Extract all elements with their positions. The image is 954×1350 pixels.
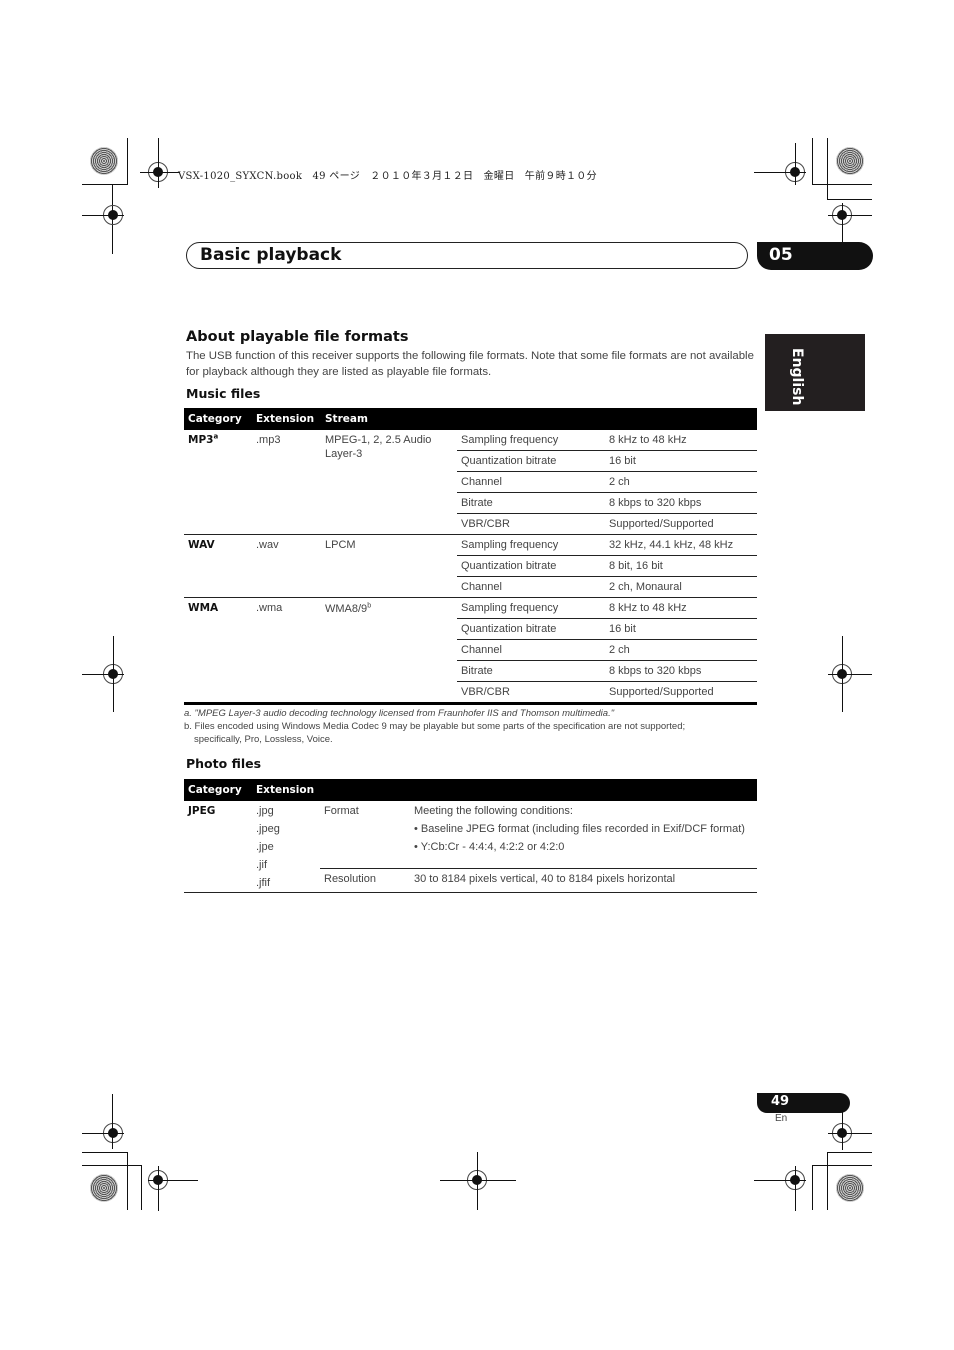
table-row: MP3a .mp3 MPEG-1, 2, 2.5 Audio Layer-3 Samp… bbox=[184, 430, 757, 460]
music-extension: .wav bbox=[252, 534, 321, 598]
music-extension: .mp3 bbox=[252, 430, 321, 535]
music-stream: LPCM bbox=[321, 534, 457, 598]
language-tab: English bbox=[765, 334, 865, 411]
chapter-title: Basic playback bbox=[200, 245, 342, 265]
table-row: JPEG .jpg .jpeg .jpe .jif .jfif Format M… bbox=[184, 801, 757, 893]
format-condition: • Y:Cb:Cr - 4:4:4, 4:2:2 or 4:2:0 bbox=[414, 841, 565, 853]
property-name: Channel bbox=[457, 576, 605, 598]
resolution-value: 30 to 8184 pixels vertical, 40 to 8184 p… bbox=[410, 867, 757, 894]
format-conditions: Meeting the following conditions: • Base… bbox=[410, 801, 757, 868]
photo-extensions: .jpg .jpeg .jpe .jif .jfif bbox=[252, 801, 320, 893]
property-value: 16 bit bbox=[605, 450, 757, 472]
property-value: 2 ch bbox=[605, 639, 757, 661]
color-target-icon bbox=[90, 1174, 118, 1202]
property-value: 8 kHz to 48 kHz bbox=[609, 434, 687, 446]
property-value: 8 kbps to 320 kbps bbox=[605, 660, 757, 682]
music-files-table: Category Extension Stream MP3a .mp3 MPEG-1… bbox=[184, 408, 757, 705]
property-name: Channel bbox=[457, 471, 605, 493]
footnote-b-line1: b. Files encoded using Windows Media Cod… bbox=[184, 721, 686, 732]
format-label: Format bbox=[324, 805, 359, 817]
music-extension-text: .wav bbox=[256, 539, 279, 551]
chapter-title-bar: Basic playback bbox=[186, 242, 748, 269]
music-category: MP3a bbox=[184, 430, 252, 535]
property-name: Sampling frequency bbox=[457, 534, 605, 556]
music-category-text: MP3 bbox=[188, 434, 214, 446]
table-header-row: Category Extension Stream bbox=[184, 408, 757, 430]
extension-item: .jpe bbox=[256, 841, 274, 853]
column-header-extension: Extension bbox=[252, 408, 321, 430]
format-condition: Meeting the following conditions: bbox=[414, 805, 573, 817]
page-number-badge: 49 bbox=[757, 1093, 850, 1113]
section-title: About playable file formats bbox=[186, 329, 409, 345]
property-value: 32 kHz, 44.1 kHz, 48 kHz bbox=[605, 534, 757, 556]
property-name: Sampling frequency bbox=[457, 597, 605, 619]
chapter-number: 05 bbox=[769, 245, 793, 265]
language-label: English bbox=[789, 348, 805, 406]
property-name: VBR/CBR bbox=[457, 513, 605, 535]
color-target-icon bbox=[836, 1174, 864, 1202]
format-condition: • Baseline JPEG format (including files … bbox=[414, 823, 745, 835]
footnote-marker: b bbox=[367, 602, 372, 610]
music-stream: WMA8/9b bbox=[321, 597, 457, 705]
music-extension: .wma bbox=[252, 597, 321, 705]
music-stream-text: MPEG-1, 2, 2.5 Audio Layer-3 bbox=[325, 434, 432, 460]
chapter-number-badge: 05 bbox=[757, 242, 873, 270]
property-value: 8 bit, 16 bit bbox=[605, 555, 757, 577]
property-value: 8 kHz to 48 kHz bbox=[605, 597, 757, 619]
music-files-heading: Music files bbox=[186, 386, 261, 401]
property-name: Quantization bitrate bbox=[457, 450, 605, 472]
property-name: Sampling frequency bbox=[461, 434, 559, 446]
music-category-text: WMA bbox=[188, 602, 219, 614]
footnote-b: b. Files encoded using Windows Media Cod… bbox=[184, 720, 759, 746]
photo-category: JPEG bbox=[184, 801, 252, 893]
column-header-extension: Extension bbox=[252, 779, 320, 801]
footnote-b-line2: specifically, Pro, Lossless, Voice. bbox=[194, 734, 333, 745]
footnote-marker: a bbox=[213, 432, 219, 441]
property-value: Supported/Supported bbox=[605, 681, 757, 705]
property-name: Bitrate bbox=[457, 660, 605, 682]
resolution-label: Resolution bbox=[320, 867, 410, 894]
column-header-category: Category bbox=[184, 779, 252, 801]
photo-files-table: Category Extension JPEG .jpg .jpeg .jpe … bbox=[184, 779, 757, 894]
color-target-icon bbox=[90, 147, 118, 175]
music-category-text: WAV bbox=[188, 539, 215, 551]
property-name: Bitrate bbox=[457, 492, 605, 514]
column-header-stream: Stream bbox=[321, 408, 457, 430]
property-value: 8 kbps to 320 kbps bbox=[605, 492, 757, 514]
property-name: Quantization bitrate bbox=[457, 555, 605, 577]
column-header-category: Category bbox=[184, 408, 252, 430]
extension-item: .jif bbox=[256, 859, 267, 871]
property-value: 2 ch bbox=[605, 471, 757, 493]
color-target-icon bbox=[836, 147, 864, 175]
table-row: WMA .wma WMA8/9b Sampling frequency 8 kHz to… bbox=[184, 597, 757, 705]
table-header-row: Category Extension bbox=[184, 779, 757, 801]
music-stream-text: LPCM bbox=[325, 539, 356, 551]
page-language: En bbox=[775, 1113, 788, 1124]
property-name: Quantization bitrate bbox=[457, 618, 605, 640]
extension-item: .jfif bbox=[256, 877, 271, 889]
music-category: WAV bbox=[184, 534, 252, 598]
print-header: VSX-1020_SYXCN.book 49 ページ ２０１０年３月１２日 金曜… bbox=[178, 171, 597, 182]
property-name: VBR/CBR bbox=[457, 681, 605, 705]
music-extension-text: .mp3 bbox=[256, 434, 281, 446]
property-value: Supported/Supported bbox=[605, 513, 757, 535]
table-row: WAV .wav LPCM Sampling frequency 32 kHz, 44.… bbox=[184, 534, 757, 598]
extension-item: .jpeg bbox=[256, 823, 280, 835]
music-stream: MPEG-1, 2, 2.5 Audio Layer-3 bbox=[321, 430, 457, 535]
property-value: 2 ch, Monaural bbox=[605, 576, 757, 598]
extension-item: .jpg bbox=[256, 805, 274, 817]
property-name: Channel bbox=[457, 639, 605, 661]
page-number: 49 bbox=[771, 1094, 790, 1109]
music-extension-text: .wma bbox=[256, 602, 283, 614]
section-intro: The USB function of this receiver suppor… bbox=[186, 350, 754, 378]
music-stream-text: WMA8/9 bbox=[325, 603, 368, 615]
photo-files-heading: Photo files bbox=[186, 756, 262, 771]
music-category: WMA bbox=[184, 597, 252, 705]
property-value: 16 bit bbox=[605, 618, 757, 640]
footnote-a: a. "MPEG Layer-3 audio decoding technolo… bbox=[184, 708, 615, 719]
